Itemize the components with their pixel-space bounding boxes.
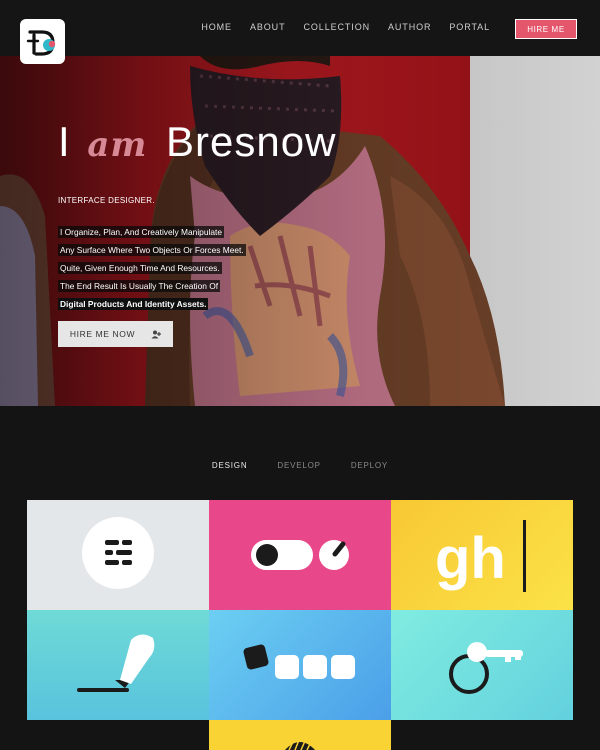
nav-portal[interactable]: PORTAL — [449, 22, 490, 32]
hero-description-line: I Organize, Plan, And Creatively Manipul… — [58, 226, 225, 238]
key-icon — [449, 642, 523, 694]
hero-title-before: I — [58, 118, 71, 165]
hero-description: I Organize, Plan, And Creatively Manipul… — [58, 222, 258, 312]
nav-author[interactable]: AUTHOR — [388, 22, 431, 32]
tile-toggle[interactable] — [209, 500, 391, 610]
tile-gh-text: gh — [435, 526, 506, 591]
hero-title-name: Bresnow — [166, 118, 337, 165]
pen-tool-icon — [77, 634, 155, 692]
tab-design[interactable]: DESIGN — [212, 461, 247, 470]
brand-logo[interactable] — [20, 19, 65, 64]
hero-title: I am Bresnow — [58, 118, 336, 166]
service-tabs: DESIGN DEVELOP DEPLOY — [0, 461, 600, 470]
hero-title-accent: am — [87, 125, 148, 165]
tile-partial[interactable] — [209, 720, 391, 750]
hero-subtitle: INTERFACE DESIGNER. — [58, 196, 155, 205]
hire-me-now-button[interactable]: HIRE ME NOW — [58, 321, 173, 347]
hero-description-strong: Digital Products And Identity Assets. — [58, 298, 209, 310]
menu-lines-icon — [82, 517, 154, 589]
hero-description-line: Any Surface Where Two Objects Or Forces … — [58, 244, 246, 256]
hero-section: I am Bresnow INTERFACE DESIGNER. I Organ… — [0, 56, 600, 406]
typography-cursor-icon: gh — [435, 520, 526, 592]
tab-deploy[interactable]: DEPLOY — [351, 461, 388, 470]
toggle-knob-icon — [251, 540, 349, 570]
nav-home[interactable]: HOME — [201, 22, 232, 32]
password-dots-icon — [243, 644, 355, 679]
hero-description-line: The End Result Is Usually The Creation O… — [58, 280, 221, 292]
tile-pen-tool[interactable] — [27, 610, 209, 720]
brand-logo-mark-icon — [26, 30, 56, 56]
hero-description-line: Quite, Given Enough Time And Resources. — [58, 262, 222, 274]
tile-key[interactable] — [391, 610, 573, 720]
tile-typography[interactable]: gh — [391, 500, 573, 610]
tile-menu[interactable] — [27, 500, 209, 610]
tab-develop[interactable]: DEVELOP — [277, 461, 320, 470]
hire-me-button[interactable]: HIRE ME — [515, 19, 577, 39]
hire-me-now-label: HIRE ME NOW — [69, 329, 136, 339]
tile-password[interactable] — [209, 610, 391, 720]
top-nav-bar: HOME ABOUT COLLECTION AUTHOR PORTAL HIRE… — [0, 0, 600, 56]
nav-about[interactable]: ABOUT — [250, 22, 286, 32]
nav-collection[interactable]: COLLECTION — [303, 22, 370, 32]
add-user-icon — [151, 330, 162, 338]
main-nav: HOME ABOUT COLLECTION AUTHOR PORTAL — [201, 22, 490, 32]
partial-circle-icon — [285, 739, 315, 750]
